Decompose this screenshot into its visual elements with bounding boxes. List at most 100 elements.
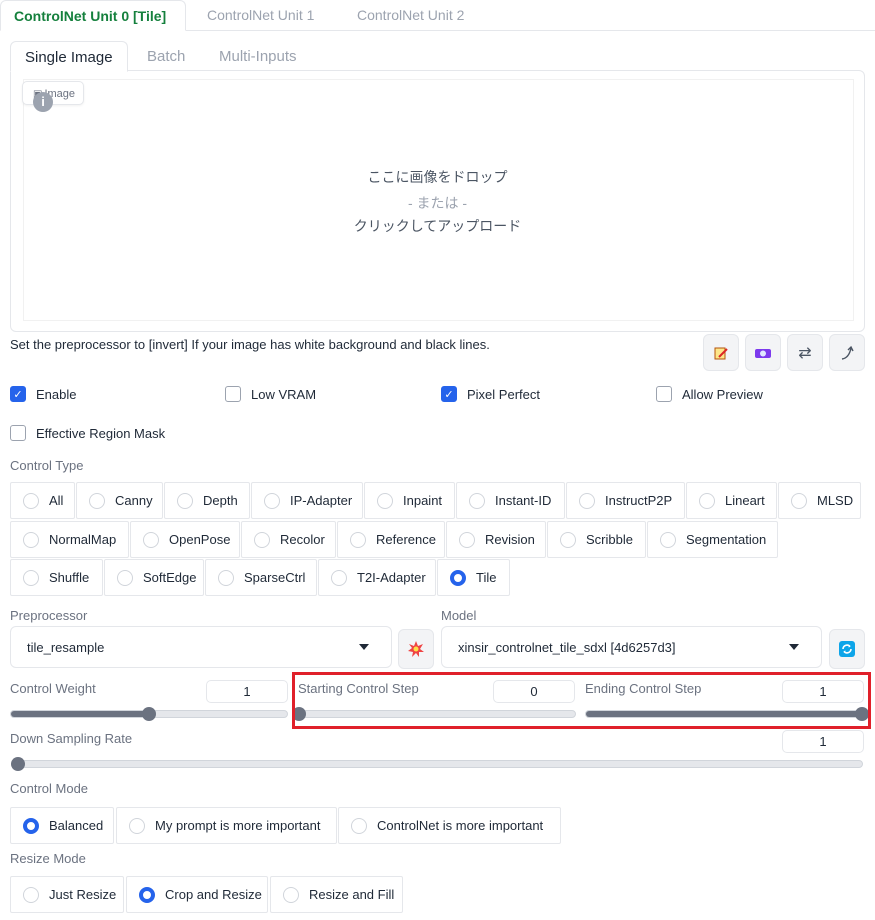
control-mode-balanced[interactable]: Balanced — [10, 807, 114, 844]
radio-icon — [23, 492, 39, 509]
control-type-t2i-adapter[interactable]: T2I-Adapter — [318, 559, 436, 596]
control-type-segmentation[interactable]: Segmentation — [647, 521, 778, 558]
chevron-down-icon — [359, 644, 369, 650]
tab-controlnet-unit-2[interactable]: ControlNet Unit 2 — [344, 0, 477, 31]
control-type-depth[interactable]: Depth — [164, 482, 250, 519]
slider-thumb[interactable] — [11, 757, 25, 771]
radio-label: Just Resize — [49, 887, 117, 902]
radio-icon — [89, 492, 105, 509]
control-type-inpaint[interactable]: Inpaint — [364, 482, 455, 519]
radio-icon — [218, 569, 234, 586]
control-mode-label: Control Mode — [10, 781, 89, 796]
radio-label: MLSD — [817, 493, 854, 508]
down-sampling-rate-input[interactable]: 1 — [782, 730, 864, 753]
control-mode-controlnet-important[interactable]: ControlNet is more important — [338, 807, 561, 844]
radio-label: Resize and Fill — [309, 887, 395, 902]
radio-label: Inpaint — [403, 493, 443, 508]
radio-label: NormalMap — [49, 532, 117, 547]
camera-icon — [755, 348, 771, 358]
slider-thumb[interactable] — [142, 707, 156, 721]
refresh-models-button[interactable] — [829, 629, 865, 669]
camera-button[interactable] — [745, 334, 781, 371]
edit-button[interactable] — [703, 334, 739, 371]
run-preprocessor-button[interactable] — [398, 629, 434, 669]
radio-icon — [143, 531, 159, 548]
low-vram-checkbox[interactable]: Low VRAM — [225, 384, 316, 404]
radio-icon — [23, 531, 39, 548]
control-type-tile[interactable]: Tile — [437, 559, 510, 596]
control-type-shuffle[interactable]: Shuffle — [10, 559, 103, 596]
allow-preview-checkbox[interactable]: Allow Preview — [656, 384, 763, 404]
control-type-lineart[interactable]: Lineart — [686, 482, 777, 519]
checkbox-box — [225, 386, 241, 402]
info-icon: i — [33, 92, 53, 112]
radio-label: T2I-Adapter — [357, 570, 426, 585]
send-dimensions-button[interactable] — [829, 334, 865, 371]
tab-multi-inputs[interactable]: Multi-Inputs — [205, 41, 311, 72]
radio-icon — [660, 531, 676, 548]
control-type-instant-id[interactable]: Instant-ID — [456, 482, 565, 519]
radio-icon — [283, 886, 299, 903]
annotation-highlight-box — [292, 672, 871, 729]
control-type-recolor[interactable]: Recolor — [241, 521, 336, 558]
model-label: Model — [441, 608, 477, 623]
radio-label: ControlNet is more important — [377, 818, 544, 833]
control-weight-slider[interactable] — [10, 707, 288, 721]
control-type-sparsectrl[interactable]: SparseCtrl — [205, 559, 317, 596]
radio-icon — [254, 531, 270, 548]
radio-label: Scribble — [586, 532, 633, 547]
tab-controlnet-unit-1[interactable]: ControlNet Unit 1 — [194, 0, 327, 31]
control-type-instructp2p[interactable]: InstructP2P — [566, 482, 685, 519]
resize-mode-just-resize[interactable]: Just Resize — [10, 876, 124, 913]
control-type-ip-adapter[interactable]: IP-Adapter — [251, 482, 363, 519]
radio-label: Lineart — [725, 493, 765, 508]
enable-checkbox[interactable]: ✓ Enable — [10, 384, 76, 404]
control-weight-input[interactable]: 1 — [206, 680, 288, 703]
control-type-all[interactable]: All — [10, 482, 75, 519]
radio-label: Depth — [203, 493, 238, 508]
radio-icon — [117, 569, 133, 586]
tab-single-image[interactable]: Single Image — [10, 41, 128, 72]
radio-label: Canny — [115, 493, 153, 508]
drop-text-line1: ここに画像をドロップ — [367, 169, 508, 185]
low-vram-label: Low VRAM — [251, 386, 317, 402]
chevron-down-icon — [789, 644, 799, 650]
control-type-revision[interactable]: Revision — [446, 521, 546, 558]
unit-tab-bar: ControlNet Unit 0 [Tile] ControlNet Unit… — [0, 0, 875, 31]
control-type-normalmap[interactable]: NormalMap — [10, 521, 129, 558]
refresh-icon — [839, 641, 855, 657]
control-type-softedge[interactable]: SoftEdge — [104, 559, 204, 596]
control-type-mlsd[interactable]: MLSD — [778, 482, 861, 519]
radio-label: Revision — [485, 532, 535, 547]
control-type-openpose[interactable]: OpenPose — [130, 521, 240, 558]
edit-icon — [714, 347, 728, 359]
control-type-scribble[interactable]: Scribble — [547, 521, 646, 558]
radio-icon — [177, 492, 193, 509]
radio-icon — [579, 492, 595, 509]
control-type-reference[interactable]: Reference — [337, 521, 445, 558]
pixel-perfect-checkbox[interactable]: ✓ Pixel Perfect — [441, 384, 540, 404]
allow-preview-label: Allow Preview — [682, 386, 763, 402]
radio-label: Recolor — [280, 532, 325, 547]
tab-controlnet-unit-0[interactable]: ControlNet Unit 0 [Tile] — [0, 0, 186, 31]
resize-mode-crop-and-resize[interactable]: Crop and Resize — [126, 876, 268, 913]
control-type-canny[interactable]: Canny — [76, 482, 163, 519]
resize-mode-resize-and-fill[interactable]: Resize and Fill — [270, 876, 403, 913]
drop-text-upload: クリックしてアップロード — [353, 218, 522, 234]
down-sampling-rate-slider[interactable] — [11, 757, 863, 771]
radio-icon — [469, 492, 485, 509]
model-dropdown[interactable]: xinsir_controlnet_tile_sdxl [4d6257d3] — [441, 626, 822, 668]
checkbox-box — [656, 386, 672, 402]
effective-region-mask-checkbox[interactable]: Effective Region Mask — [10, 423, 165, 443]
control-weight-label: Control Weight — [10, 681, 96, 696]
tab-batch[interactable]: Batch — [133, 41, 199, 72]
radio-label: SoftEdge — [143, 570, 197, 585]
preprocessor-dropdown[interactable]: tile_resample — [10, 626, 392, 668]
swap-button[interactable]: ⇄ — [787, 334, 823, 371]
explosion-icon — [408, 641, 424, 657]
pixel-perfect-label: Pixel Perfect — [467, 386, 540, 402]
control-mode-prompt-important[interactable]: My prompt is more important — [116, 807, 337, 844]
radio-label: OpenPose — [169, 532, 231, 547]
checkbox-box — [10, 425, 26, 441]
check-icon: ✓ — [10, 386, 26, 402]
